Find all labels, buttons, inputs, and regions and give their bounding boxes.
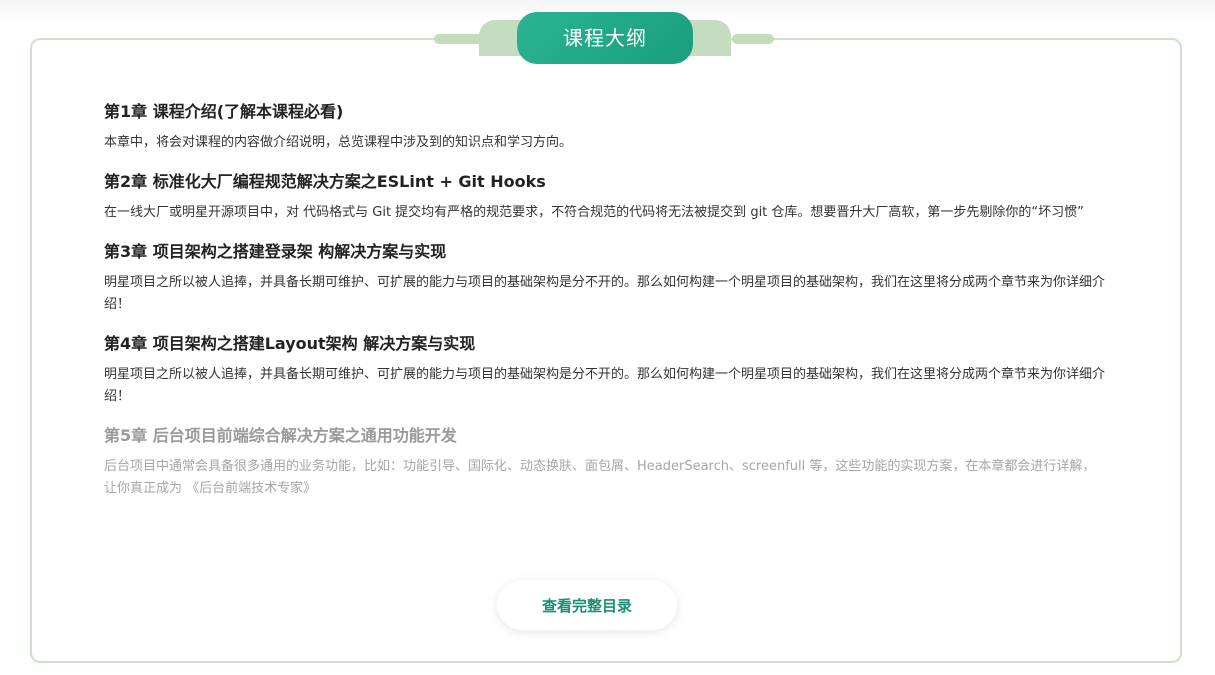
syllabus-header-tab: 课程大纲 [434, 12, 776, 66]
chapter-item-2[interactable]: 第2章 标准化大厂编程规范解决方案之ESLint + Git Hooks 在一线… [104, 168, 1108, 224]
syllabus-title: 课程大纲 [517, 12, 693, 64]
chapter-title: 第1章 课程介绍(了解本课程必看) [104, 102, 344, 121]
chapter-item-5[interactable]: 第5章 后台项目前端综合解决方案之通用功能开发 后台项目中通常会具备很多通用的业… [104, 422, 1108, 500]
chapter-title: 第2章 标准化大厂编程规范解决方案之ESLint + Git Hooks [104, 172, 546, 191]
chapter-description: 明星项目之所以被人追捧，并具备长期可维护、可扩展的能力与项目的基础架构是分不开的… [104, 275, 1106, 312]
chapter-item-3[interactable]: 第3章 项目架构之搭建登录架 构解决方案与实现 明星项目之所以被人追捧，并具备长… [104, 238, 1108, 316]
chapter-description: 明星项目之所以被人追捧，并具备长期可维护、可扩展的能力与项目的基础架构是分不开的… [104, 367, 1106, 404]
chapter-description: 在一线大厂或明星开源项目中，对 代码格式与 Git 提交均有严格的规范要求，不符… [104, 205, 1084, 220]
chapter-item-4[interactable]: 第4章 项目架构之搭建Layout架构 解决方案与实现 明星项目之所以被人追捧，… [104, 330, 1108, 408]
chapter-title: 第4章 项目架构之搭建Layout架构 解决方案与实现 [104, 334, 476, 353]
chapter-description: 后台项目中通常会具备很多通用的业务功能，比如：功能引导、国际化、动态换肤、面包屑… [104, 459, 1096, 496]
chapter-title: 第5章 后台项目前端综合解决方案之通用功能开发 [104, 426, 457, 445]
tab-decoration-right [732, 34, 774, 44]
view-full-catalog-button[interactable]: 查看完整目录 [497, 580, 677, 630]
chapter-description: 本章中，将会对课程的内容做介绍说明，总览课程中涉及到的知识点和学习方向。 [104, 135, 573, 150]
chapter-item-1[interactable]: 第1章 课程介绍(了解本课程必看) 本章中，将会对课程的内容做介绍说明，总览课程… [104, 98, 1108, 154]
chapter-list: 第1章 课程介绍(了解本课程必看) 本章中，将会对课程的内容做介绍说明，总览课程… [104, 98, 1108, 514]
chapter-title: 第3章 项目架构之搭建登录架 构解决方案与实现 [104, 242, 447, 261]
